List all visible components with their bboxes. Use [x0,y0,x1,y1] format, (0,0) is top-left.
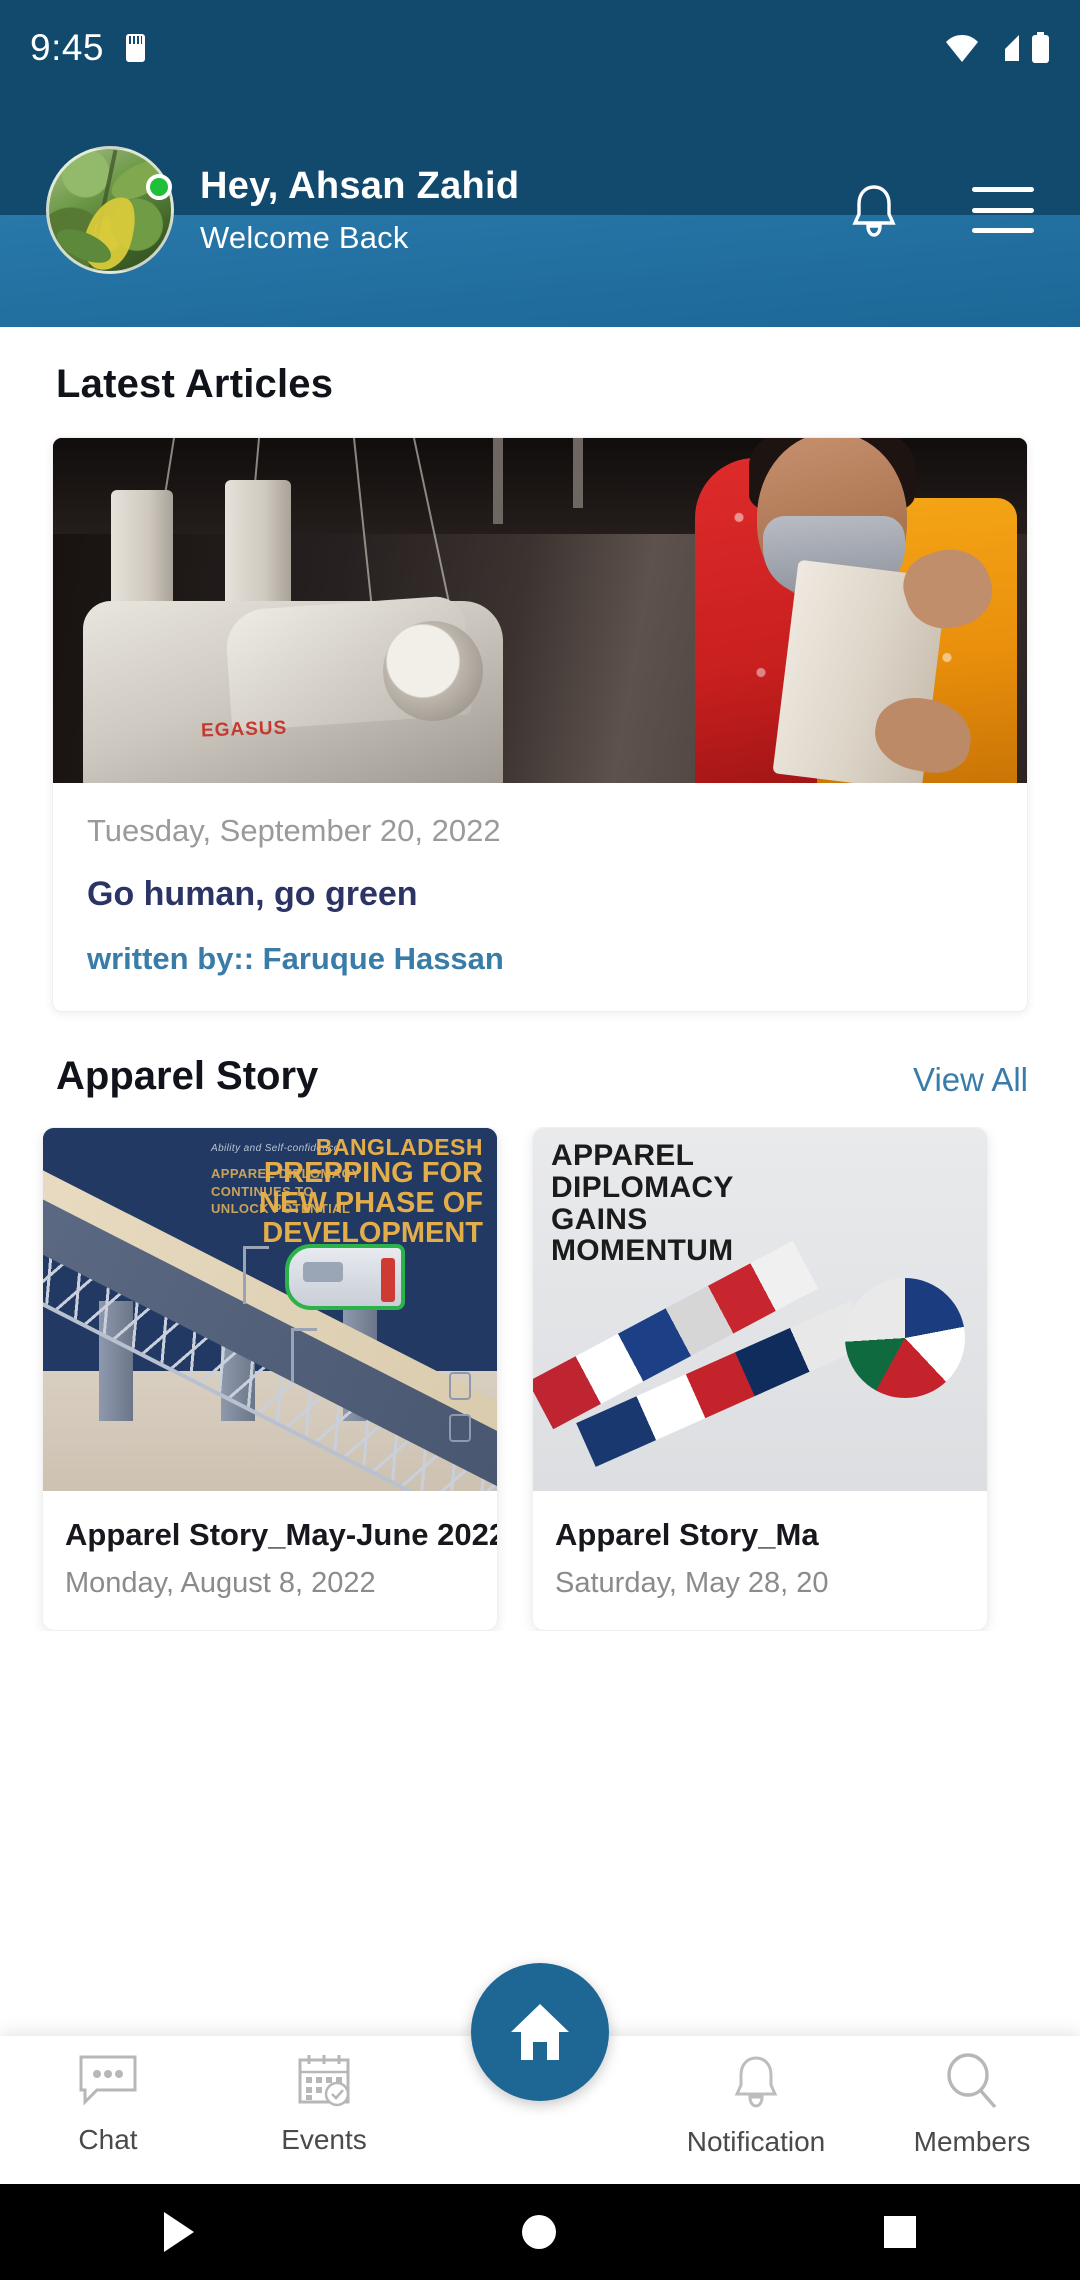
online-status-badge [146,174,172,200]
latest-article-meta: Tuesday, September 20, 2022 Go human, go… [53,783,1027,1011]
hamburger-menu-icon[interactable] [972,187,1034,233]
cover1-lamp-post-1 [243,1246,269,1304]
header-bar: Hey, Ahsan Zahid Welcome Back [0,146,1080,274]
status-bar-right [945,32,1050,64]
story-cover-image-2: APPAREL DIPLOMACY GAINS MOMENTUM [533,1128,987,1491]
latest-article-image: EGASUS [53,438,1027,783]
greeting-name: Hey, Ahsan Zahid [200,164,520,207]
home-fab-button[interactable] [471,1963,609,2101]
nav-item-chat[interactable]: Chat [0,2036,216,2156]
story-meta-1: Apparel Story_May-June 2022 Monday, Augu… [43,1491,497,1630]
back-triangle-icon[interactable] [164,2212,194,2252]
list-item[interactable]: Ability and Self-confidence APPAREL DIPL… [42,1127,498,1631]
cover1-headline-line-3: NEW PHASE OF [259,1187,483,1220]
nav-item-notification[interactable]: Notification [648,2036,864,2158]
bell-icon [852,185,896,237]
status-bar-left: 9:45 [30,27,146,69]
cover1-headline-line-2: PREPPING FOR [263,1157,483,1190]
status-bar-clock: 9:45 [30,27,105,68]
cover2-headline-line-2: DIPLOMACY [551,1170,734,1204]
list-item[interactable]: APPAREL DIPLOMACY GAINS MOMENTUM Apparel… [532,1127,988,1631]
cover1-headline-line-4: DEVELOPMENT [262,1216,483,1249]
nav-label-members: Members [913,2126,1031,2157]
story-meta-2: Apparel Story_Ma Saturday, May 28, 20 [533,1491,987,1630]
story-cover-image-1: Ability and Self-confidence APPAREL DIPL… [43,1128,497,1491]
story-title: Apparel Story_Ma [555,1517,819,1552]
photo-machine-brand-label: EGASUS [200,717,288,742]
cover2-flag-globe [845,1278,965,1398]
avatar-image [46,146,174,274]
story-date: Monday, August 8, 2022 [65,1567,376,1599]
cover1-icon-box-1 [449,1372,471,1400]
cellular-signal-icon [991,35,1019,61]
cover1-headline-line-1: BANGLADESH [315,1134,483,1160]
photo-sewing-machine-wheel [383,621,483,721]
view-all-link[interactable]: View All [913,1061,1028,1099]
cover2-headline: APPAREL DIPLOMACY GAINS MOMENTUM [551,1140,811,1267]
android-navigation-bar [0,2184,1080,2280]
cover1-train [285,1244,405,1310]
cover1-headline: BANGLADESH PREPPING FOR NEW PHASE OF DEV… [211,1134,483,1249]
calendar-check-icon [298,2055,350,2107]
greeting-block: Hey, Ahsan Zahid Welcome Back [200,165,519,256]
cover1-train-window [303,1262,343,1282]
notification-bell-button[interactable] [846,180,902,240]
cover1-icon-box-2 [449,1414,471,1442]
nav-label-events: Events [281,2124,367,2155]
nav-label-chat: Chat [78,2124,138,2155]
bell-icon [734,2056,778,2108]
cover1-lamp-post-2 [291,1328,317,1382]
avatar[interactable] [46,146,174,274]
story-date: Saturday, May 28, 20 [555,1567,829,1599]
photo-spool-1 [111,490,173,618]
header-actions [846,180,1034,240]
latest-article-author[interactable]: written by:: Faruque Hassan [87,941,1027,977]
latest-article-card[interactable]: EGASUS Tuesday, September 20, 2022 Go hu… [52,437,1028,1012]
battery-icon [1032,32,1049,63]
apparel-story-title: Apparel Story [56,1054,319,1098]
nav-label-notification: Notification [686,2126,826,2157]
nav-item-members[interactable]: Members [864,2036,1080,2158]
search-icon [947,2053,997,2109]
cover2-headline-line-1: APPAREL [551,1139,695,1172]
recents-square-icon[interactable] [884,2216,916,2248]
photo-spool-2 [225,480,291,616]
avatar-deco-leaf-a [76,189,144,271]
latest-articles-title: Latest Articles [56,362,334,406]
photo-lamp-pole-2 [573,438,583,508]
apparel-story-carousel[interactable]: Ability and Self-confidence APPAREL DIPL… [0,1127,1080,1631]
chat-bubble-icon [79,2055,137,2106]
sdcard-icon [126,34,146,62]
nav-item-events[interactable]: Events [216,2036,432,2156]
wifi-icon [946,35,978,62]
apparel-story-header: Apparel Story View All [0,1012,1080,1099]
story-title: Apparel Story_May-June 2022 [65,1517,498,1552]
status-bar: 9:45 [0,0,1080,96]
cover1-train-stripe [381,1258,395,1302]
latest-article-date: Tuesday, September 20, 2022 [87,813,501,848]
photo-lamp-pole-1 [493,438,503,524]
home-circle-icon[interactable] [522,2215,556,2249]
app-screen: 9:45 Hey, Ahsan Zahid Welcome Back Lates… [0,0,1080,2280]
main-content: Latest Articles EGASUS Tuesday, Septembe… [0,327,1080,1631]
home-icon [511,2004,569,2060]
cover2-headline-line-3: GAINS [551,1202,648,1236]
greeting-subtitle: Welcome Back [200,219,409,255]
latest-article-title: Go human, go green [87,875,418,913]
